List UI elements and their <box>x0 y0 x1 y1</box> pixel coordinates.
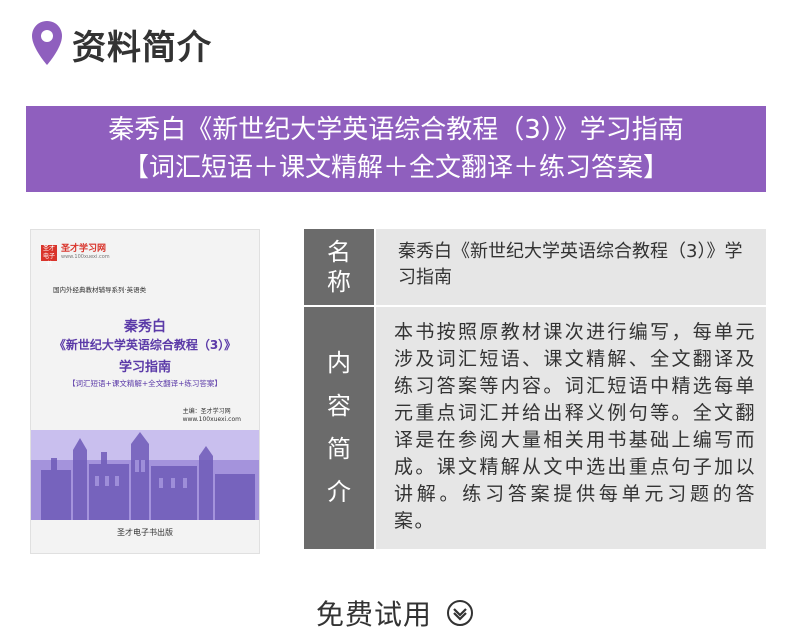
content-label-char: 内 <box>327 349 351 377</box>
cover-building-image <box>31 430 259 520</box>
name-row: 名 称 秦秀白《新世纪大学英语综合教程（3）》学习指南 <box>304 229 766 305</box>
cover-logo-mark: 圣才 电子书 <box>41 244 57 268</box>
chevron-down-circle-icon[interactable] <box>446 599 474 627</box>
cover-title: 《新世纪大学英语综合教程（3）》 <box>53 338 237 352</box>
cover-editor-url: www.100xuexi.com <box>182 416 241 423</box>
banner-title-line: 秦秀白《新世纪大学英语综合教程（3）》学习指南 <box>108 115 684 145</box>
book-info-table: 名 称 秦秀白《新世纪大学英语综合教程（3）》学习指南 内 容 简 介 本书按照… <box>304 229 766 549</box>
cover-logo-url: www.100xuexi.com <box>61 254 110 260</box>
free-trial-button[interactable]: 免费试用 <box>0 593 790 633</box>
location-pin-icon <box>32 21 62 65</box>
content-value: 本书按照原教材课次进行编写，每单元涉及词汇短语、课文精解、全文翻译及练习答案等内… <box>376 307 766 549</box>
name-label-char: 称 <box>327 268 351 296</box>
cover-subtitle: 学习指南 <box>118 360 171 375</box>
cover-editor-name: 主编：圣才学习网 <box>182 408 231 415</box>
name-value: 秦秀白《新世纪大学英语综合教程（3）》学习指南 <box>376 229 766 305</box>
cover-logo-name: 圣才学习网 <box>61 244 107 254</box>
content-label-char: 简 <box>327 435 351 463</box>
free-trial-label[interactable]: 免费试用 <box>316 593 432 633</box>
banner-subtitle-line: 【词汇短语＋课文精解＋全文翻译＋练习答案】 <box>122 153 669 183</box>
cover-contents-line: 【词汇短语+课文精解+全文翻译+练习答案】 <box>68 379 222 388</box>
cover-publisher: 圣才电子书出版 <box>117 528 173 537</box>
name-label-char: 名 <box>327 238 351 266</box>
book-cover[interactable]: 圣才 电子书 圣才学习网 www.100xuexi.com 国内外经典教材辅导系… <box>30 229 260 554</box>
cover-series: 国内外经典教材辅导系列·英语类 <box>53 286 147 294</box>
section-header: 资料简介 <box>30 14 212 74</box>
book-title-banner: 秦秀白《新世纪大学英语综合教程（3）》学习指南 【词汇短语＋课文精解＋全文翻译＋… <box>26 106 766 192</box>
name-label: 名 称 <box>304 229 374 305</box>
content-row: 内 容 简 介 本书按照原教材课次进行编写，每单元涉及词汇短语、课文精解、全文翻… <box>304 307 766 549</box>
content-label-char: 容 <box>327 392 351 420</box>
section-title: 资料简介 <box>72 27 212 68</box>
content-label-char: 介 <box>327 478 351 506</box>
content-label: 内 容 简 介 <box>304 307 374 549</box>
cover-author: 秦秀白 <box>124 319 166 335</box>
cover-logo: 圣才 电子书 圣才学习网 www.100xuexi.com <box>41 244 110 268</box>
cover-editor: 主编：圣才学习网 www.100xuexi.com <box>183 408 241 424</box>
